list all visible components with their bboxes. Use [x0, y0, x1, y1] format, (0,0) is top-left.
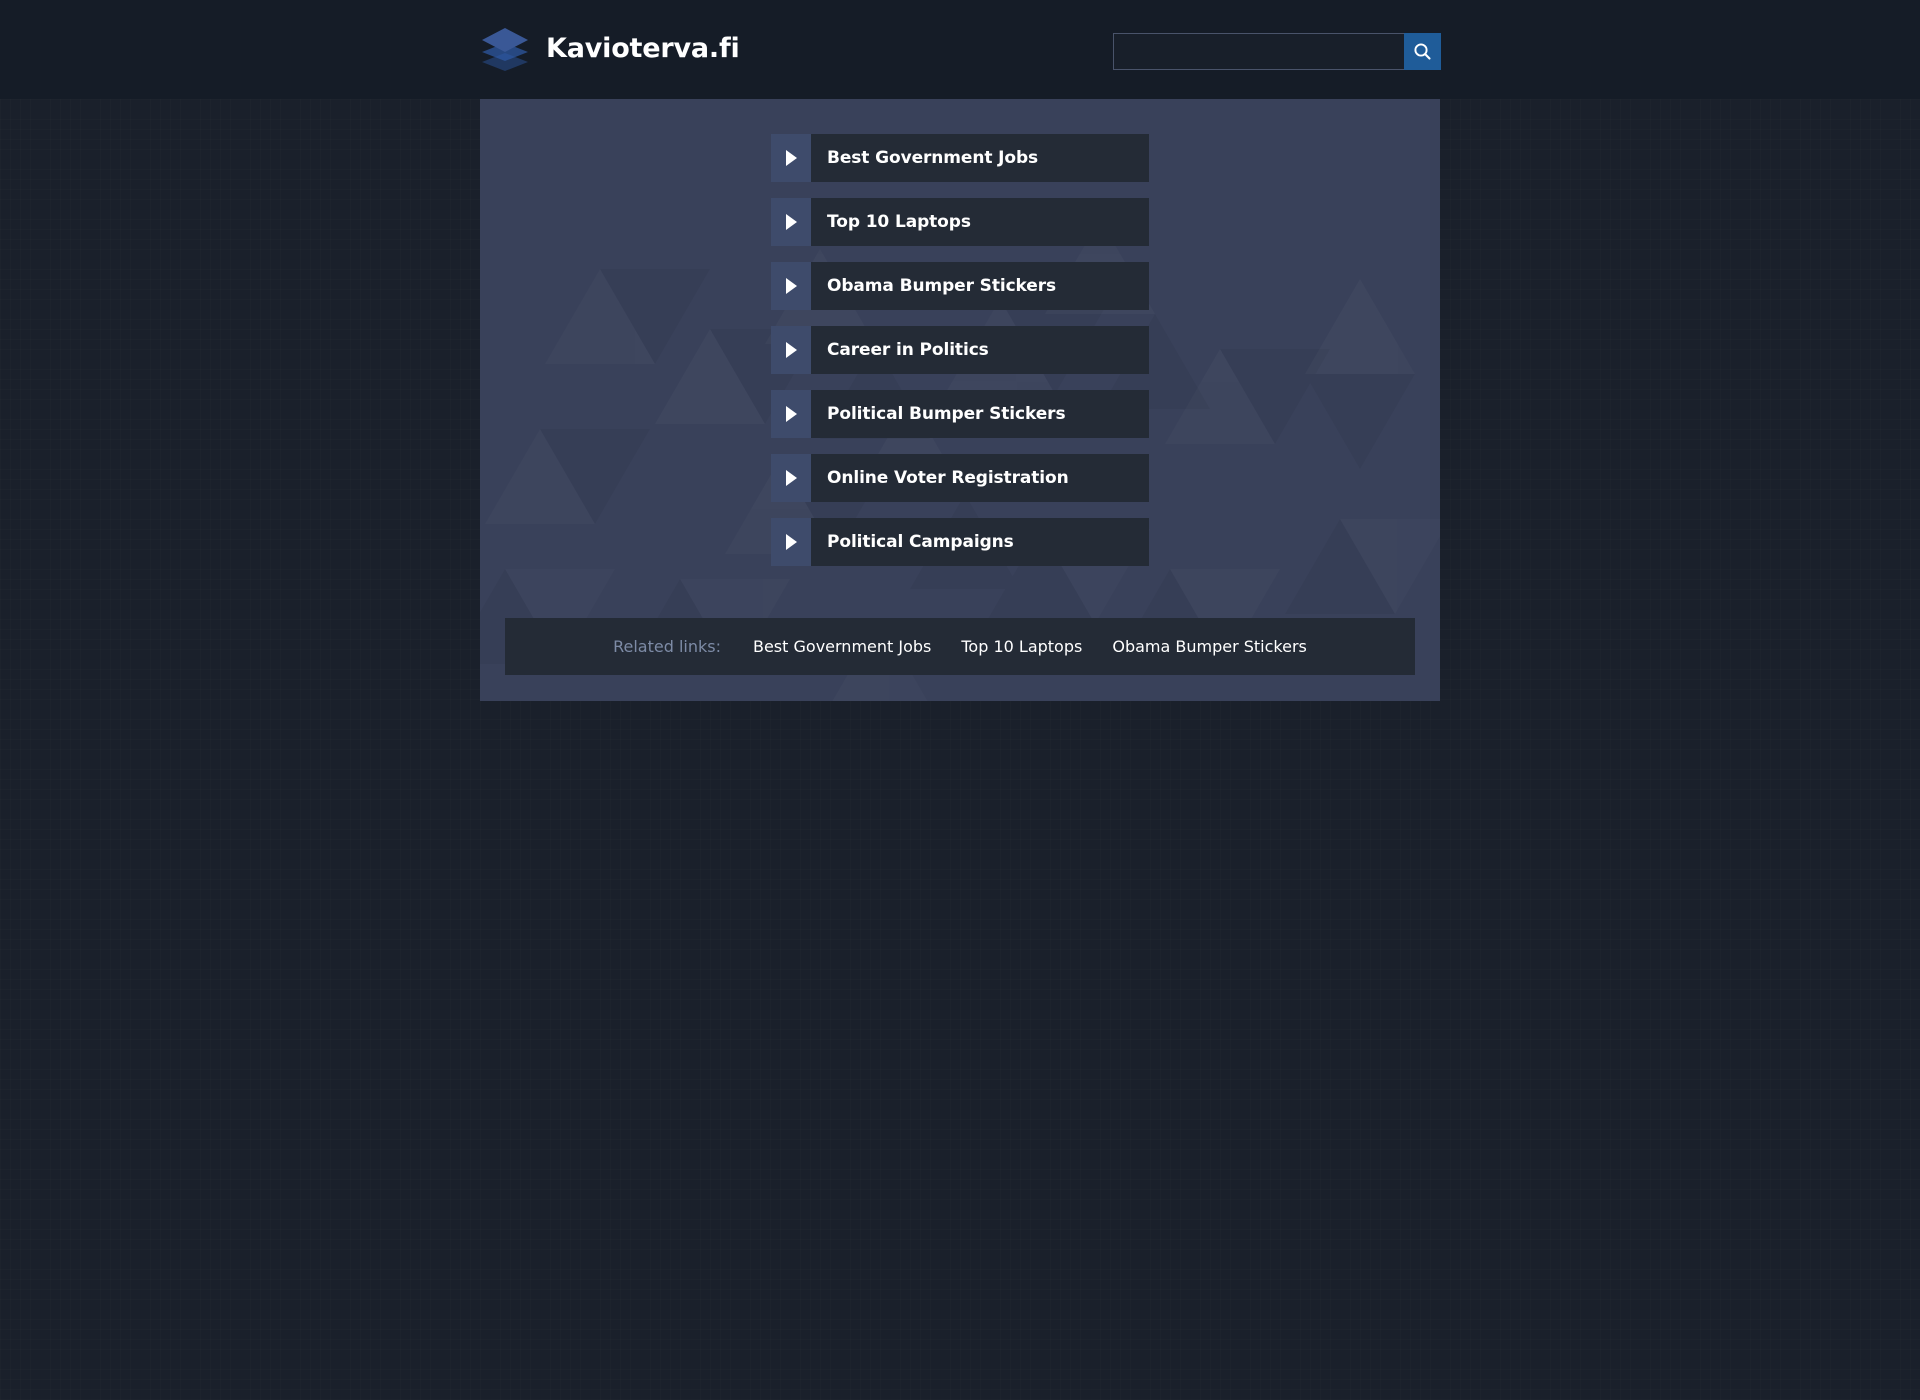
related-link-2[interactable]: Obama Bumper Stickers [1112, 637, 1307, 656]
list-item: Best Government Jobs [771, 134, 1149, 182]
search-button[interactable] [1404, 33, 1441, 70]
stacked-layers-icon [478, 21, 532, 75]
related-link-1[interactable]: Top 10 Laptops [961, 637, 1082, 656]
topic-body: Career in Politics [811, 326, 1149, 374]
list-item: Political Bumper Stickers [771, 390, 1149, 438]
play-triangle-icon [771, 390, 811, 438]
panel-content: Best Government Jobs Top 10 Laptops Obam… [480, 99, 1440, 566]
topic-link-1[interactable]: Top 10 Laptops [771, 198, 1149, 246]
list-item: Political Campaigns [771, 518, 1149, 566]
related-links-bar: Related links: Best Government Jobs Top … [505, 618, 1415, 675]
list-item: Online Voter Registration [771, 454, 1149, 502]
topic-body: Best Government Jobs [811, 134, 1149, 182]
topic-link-6[interactable]: Political Campaigns [771, 518, 1149, 566]
play-triangle-icon [771, 262, 811, 310]
topic-body: Political Bumper Stickers [811, 390, 1149, 438]
topic-link-3[interactable]: Career in Politics [771, 326, 1149, 374]
topic-link-4[interactable]: Political Bumper Stickers [771, 390, 1149, 438]
list-item: Career in Politics [771, 326, 1149, 374]
play-triangle-icon [771, 518, 811, 566]
topic-label: Political Bumper Stickers [827, 404, 1066, 424]
brand-name: Kavioterva.fi [546, 32, 740, 64]
topic-body: Political Campaigns [811, 518, 1149, 566]
topic-body: Obama Bumper Stickers [811, 262, 1149, 310]
topic-link-5[interactable]: Online Voter Registration [771, 454, 1149, 502]
topic-body: Online Voter Registration [811, 454, 1149, 502]
topic-link-0[interactable]: Best Government Jobs [771, 134, 1149, 182]
topic-list: Best Government Jobs Top 10 Laptops Obam… [771, 134, 1149, 566]
play-triangle-icon [771, 134, 811, 182]
play-triangle-icon [771, 454, 811, 502]
topic-label: Best Government Jobs [827, 148, 1039, 168]
search-input[interactable] [1113, 33, 1404, 70]
related-links-label: Related links: [613, 637, 721, 656]
search-form [1113, 33, 1441, 70]
search-icon [1413, 42, 1432, 61]
play-triangle-icon [771, 198, 811, 246]
topic-label: Political Campaigns [827, 532, 1014, 552]
topic-label: Online Voter Registration [827, 468, 1069, 488]
main-content-panel: Best Government Jobs Top 10 Laptops Obam… [480, 99, 1440, 701]
list-item: Obama Bumper Stickers [771, 262, 1149, 310]
brand-logo-link[interactable]: Kavioterva.fi [478, 21, 740, 75]
site-header: Kavioterva.fi [0, 0, 1920, 99]
list-item: Top 10 Laptops [771, 198, 1149, 246]
header-inner: Kavioterva.fi [0, 0, 1920, 99]
topic-link-2[interactable]: Obama Bumper Stickers [771, 262, 1149, 310]
topic-label: Top 10 Laptops [827, 212, 971, 232]
play-triangle-icon [771, 326, 811, 374]
topic-body: Top 10 Laptops [811, 198, 1149, 246]
related-link-0[interactable]: Best Government Jobs [753, 637, 931, 656]
topic-label: Obama Bumper Stickers [827, 276, 1057, 296]
topic-label: Career in Politics [827, 340, 989, 360]
